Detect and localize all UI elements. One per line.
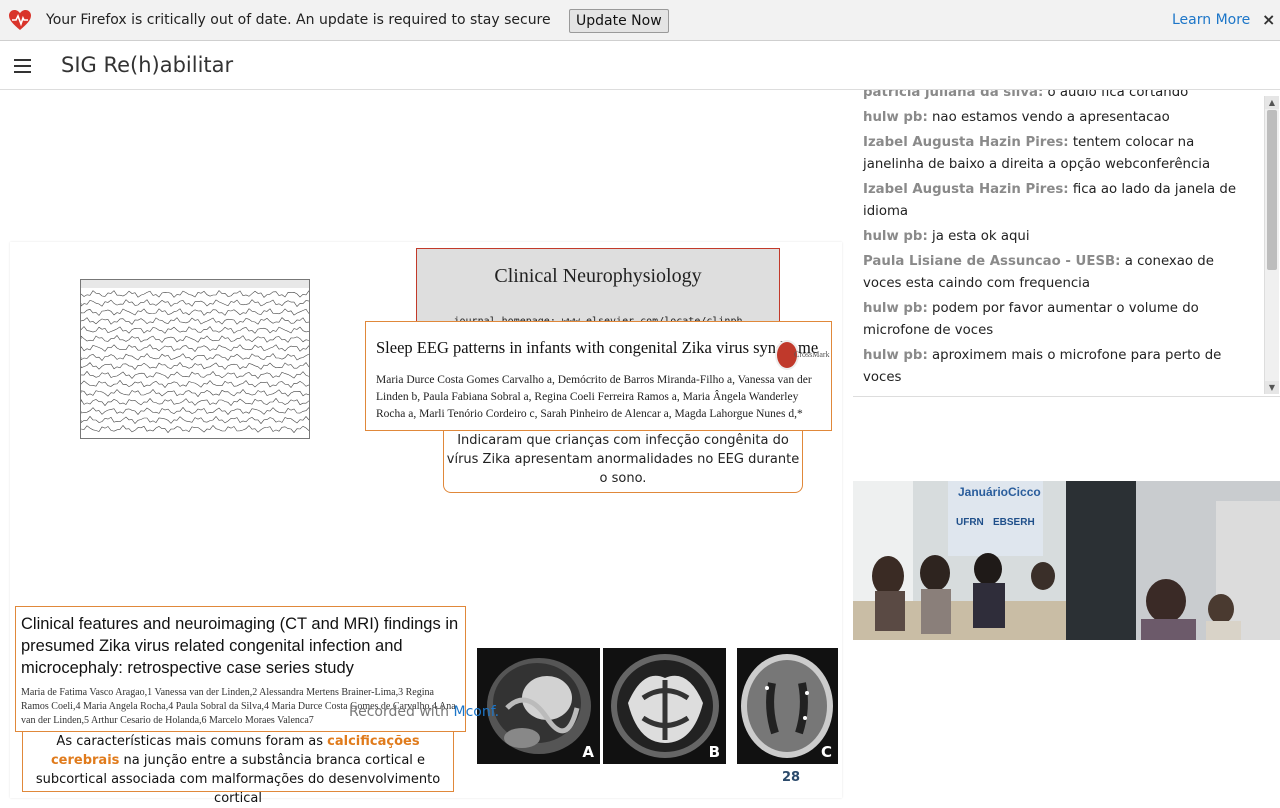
image-label: A bbox=[582, 743, 594, 761]
chat-username: patricia juliana da silva: bbox=[863, 90, 1044, 100]
chat-message: hulw pb: nao estamos vendo a apresentaca… bbox=[863, 107, 1255, 129]
chat-message-list: patricia juliana da silva: o audio fica … bbox=[863, 90, 1255, 396]
webcam-video-2[interactable] bbox=[1066, 481, 1280, 640]
eeg-trace bbox=[81, 415, 309, 425]
mri-image-c: C bbox=[737, 648, 838, 764]
eeg-trace bbox=[81, 326, 309, 334]
eeg-trace bbox=[81, 344, 309, 352]
recorded-prefix: Recorded with bbox=[349, 704, 454, 720]
chat-message: Izabel Augusta Hazin Pires: tentem coloc… bbox=[863, 132, 1255, 176]
journal-header: Clinical Neurophysiology journal homepag… bbox=[416, 248, 780, 331]
chat-username: Izabel Augusta Hazin Pires: bbox=[863, 395, 1069, 396]
eeg-trace bbox=[81, 353, 309, 361]
chat-message: patricia juliana da silva: o audio fica … bbox=[863, 90, 1255, 104]
article-title: Sleep EEG patterns in infants with conge… bbox=[376, 338, 819, 357]
close-icon[interactable]: × bbox=[1262, 10, 1275, 29]
chat-username: Paula Lisiane de Assuncao - UESB: bbox=[863, 254, 1121, 269]
eeg-trace bbox=[81, 397, 309, 407]
crossmark-label: CrossMark bbox=[794, 350, 830, 359]
image-label: C bbox=[820, 743, 832, 761]
scroll-down-icon[interactable]: ▼ bbox=[1265, 381, 1279, 394]
notification-message: Your Firefox is critically out of date. … bbox=[46, 12, 551, 28]
chat-username: Izabel Augusta Hazin Pires: bbox=[863, 182, 1069, 197]
chat-username: hulw pb: bbox=[863, 229, 928, 244]
eeg-recording-image bbox=[80, 279, 310, 439]
eeg-trace bbox=[81, 290, 309, 298]
update-notification-bar: Your Firefox is critically out of date. … bbox=[0, 0, 1280, 41]
chat-text: nao estamos vendo a apresentacao bbox=[932, 110, 1170, 125]
chat-message: hulw pb: podem por favor aumentar o volu… bbox=[863, 298, 1255, 342]
journal-title: Clinical Neurophysiology bbox=[494, 265, 702, 287]
chat-message: Paula Lisiane de Assuncao - UESB: a cone… bbox=[863, 251, 1255, 295]
chat-scrollbar[interactable]: ▲ ▼ bbox=[1264, 96, 1279, 394]
presentation-area: Clinical Neurophysiology journal homepag… bbox=[0, 90, 850, 806]
chat-username: hulw pb: bbox=[863, 301, 928, 316]
article-title: Clinical features and neuroimaging (CT a… bbox=[21, 615, 459, 677]
chat-text: o audio fica cortando bbox=[1047, 90, 1189, 100]
chat-panel: patricia juliana da silva: o audio fica … bbox=[853, 90, 1280, 397]
eeg-trace bbox=[81, 370, 309, 379]
eeg-trace bbox=[81, 406, 309, 415]
chat-message: Izabel Augusta Hazin Pires: aproxima o m… bbox=[863, 392, 1255, 396]
eeg-trace bbox=[81, 299, 309, 307]
eeg-trace bbox=[81, 362, 309, 370]
chat-username: hulw pb: bbox=[863, 348, 928, 363]
chat-text: ja esta ok aqui bbox=[932, 229, 1030, 244]
image-label: B bbox=[708, 743, 720, 761]
chat-message: hulw pb: aproximem mais o microfone para… bbox=[863, 345, 1255, 389]
chat-username: hulw pb: bbox=[863, 110, 928, 125]
mri-image-b: B bbox=[603, 648, 726, 764]
eeg-trace bbox=[81, 308, 309, 316]
chat-message: hulw pb: ja esta ok aqui bbox=[863, 226, 1255, 248]
scroll-up-icon[interactable]: ▲ bbox=[1265, 96, 1279, 109]
summary-note-calcifications: As características mais comuns foram as … bbox=[22, 732, 454, 806]
recorded-with-notice: Recorded with Mconf. bbox=[349, 704, 499, 720]
heart-alert-icon bbox=[9, 10, 31, 30]
eeg-trace bbox=[81, 335, 309, 343]
chat-username: Izabel Augusta Hazin Pires: bbox=[863, 135, 1069, 150]
article-sleep-eeg: Sleep EEG patterns in infants with conge… bbox=[365, 321, 832, 431]
note-text: As características mais comuns foram as bbox=[56, 734, 328, 749]
summary-note-eeg: Indicaram que crianças com infecção cong… bbox=[443, 431, 803, 493]
menu-icon[interactable] bbox=[14, 59, 31, 73]
webcam-video-1[interactable]: JanuárioCicco UFRN EBSERH bbox=[853, 481, 1066, 640]
webcam-area-background bbox=[853, 640, 1280, 720]
app-header: SIG Re(h)abilitar bbox=[0, 42, 1280, 90]
eeg-trace bbox=[81, 379, 309, 388]
update-now-button[interactable]: Update Now bbox=[569, 9, 669, 33]
webcam-banner-text: EBSERH bbox=[993, 517, 1035, 528]
learn-more-link[interactable]: Learn More bbox=[1172, 12, 1250, 28]
mconf-link[interactable]: Mconf. bbox=[453, 704, 499, 720]
page-title: SIG Re(h)abilitar bbox=[61, 53, 234, 77]
webcam-banner-text: UFRN bbox=[956, 517, 984, 528]
eeg-trace bbox=[81, 425, 309, 434]
eeg-trace bbox=[81, 317, 309, 325]
scrollbar-thumb[interactable] bbox=[1267, 110, 1277, 270]
chat-message: Izabel Augusta Hazin Pires: fica ao lado… bbox=[863, 179, 1255, 223]
slide-page-number: 28 bbox=[782, 770, 801, 785]
eeg-trace bbox=[81, 389, 309, 398]
webcam-banner-text: JanuárioCicco bbox=[958, 485, 1041, 499]
article-authors: Maria Durce Costa Gomes Carvalho a, Demó… bbox=[376, 374, 812, 420]
